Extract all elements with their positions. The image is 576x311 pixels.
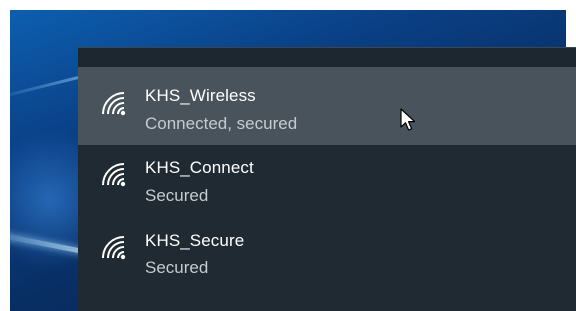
wifi-icon	[100, 90, 128, 118]
network-name: KHS_Secure	[145, 231, 245, 250]
network-item-khs-connect[interactable]: KHS_Connect Secured	[78, 145, 576, 223]
network-item-khs-wireless[interactable]: KHS_Wireless Connected, secured	[78, 67, 576, 145]
network-name: KHS_Wireless	[145, 86, 256, 105]
network-status: Secured	[145, 186, 209, 205]
screenshot: KHS_Wireless Connected, secured KHS_Conn…	[0, 0, 576, 311]
network-status: Secured	[145, 258, 209, 277]
network-status: Connected, secured	[145, 114, 298, 133]
network-name: KHS_Connect	[145, 158, 254, 177]
network-item-khs-secure[interactable]: KHS_Secure Secured	[78, 223, 576, 301]
network-flyout: KHS_Wireless Connected, secured KHS_Conn…	[78, 47, 576, 311]
flyout-header-strip	[78, 48, 576, 67]
mouse-pointer-icon	[400, 108, 418, 132]
wifi-icon	[100, 234, 128, 262]
wifi-icon	[100, 161, 128, 189]
